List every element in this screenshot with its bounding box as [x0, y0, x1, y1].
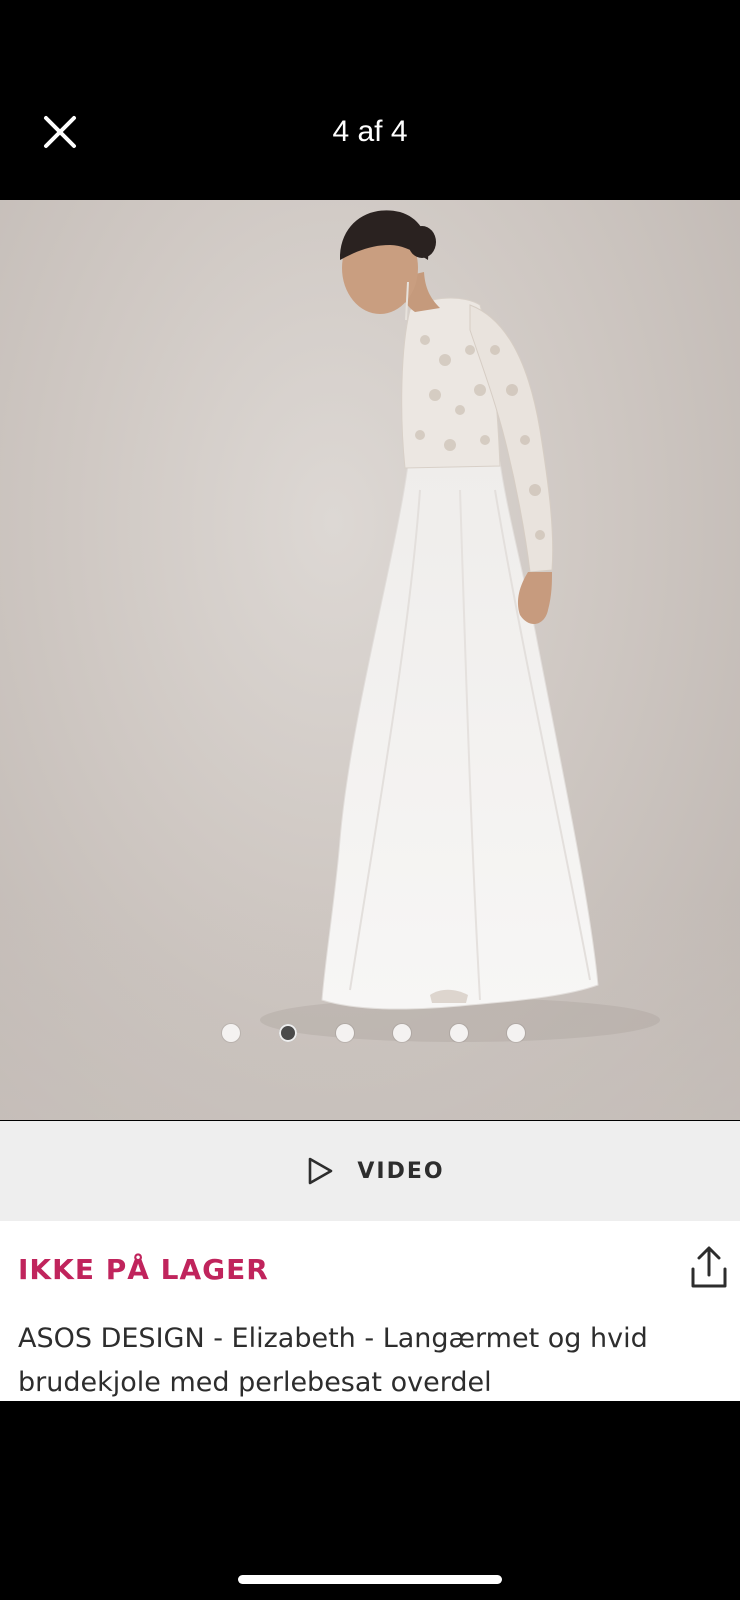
pagination-dot[interactable]	[335, 1024, 354, 1042]
play-icon	[309, 1157, 333, 1185]
product-photo[interactable]	[0, 200, 740, 1120]
image-pagination-dots	[0, 1024, 740, 1044]
pagination-dot-active[interactable]	[278, 1024, 297, 1042]
product-title: ASOS DESIGN - Elizabeth - Langærmet og h…	[18, 1323, 648, 1398]
product-photo-illustration	[0, 210, 740, 1120]
video-button[interactable]: VIDEO	[0, 1121, 740, 1221]
pagination-dot[interactable]	[506, 1024, 525, 1042]
share-button[interactable]	[688, 1245, 730, 1291]
video-label: VIDEO	[357, 1158, 445, 1184]
share-icon	[691, 1246, 727, 1288]
image-counter: 4 af 4	[332, 115, 408, 148]
pagination-dot[interactable]	[449, 1024, 468, 1042]
product-info: IKKE PÅ LAGER ASOS DESIGN - Elizabeth - …	[0, 1221, 740, 1401]
pagination-dot[interactable]	[221, 1024, 240, 1042]
home-indicator[interactable]	[238, 1575, 502, 1584]
pagination-dot[interactable]	[392, 1024, 411, 1042]
top-bar: 4 af 4	[0, 0, 740, 200]
stock-status: IKKE PÅ LAGER	[18, 1253, 269, 1286]
